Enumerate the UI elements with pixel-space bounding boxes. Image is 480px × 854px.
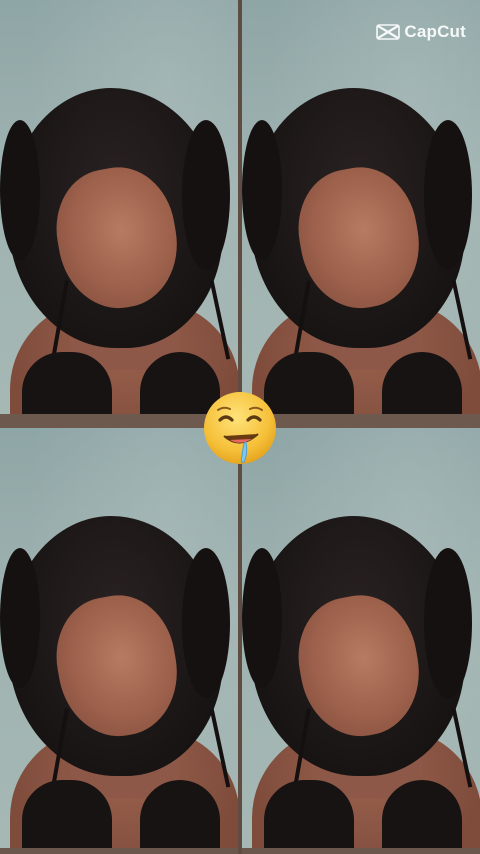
hair-curls-left [242,120,282,260]
black-top [22,352,112,414]
hair-curls-right [182,120,230,270]
watermark-label: CapCut [404,22,466,41]
capcut-watermark: CapCut [376,22,466,42]
photo-tile-3 [0,428,238,848]
hair-curls-left [0,548,40,688]
hair-curls-left [242,548,282,688]
hair-curls-right [424,120,472,270]
black-top [22,780,112,848]
photo-tile-1 [0,0,238,414]
drooling-face-emoji [202,390,278,466]
hair-curls-right [424,548,472,698]
capcut-logo-icon [376,23,401,41]
black-top [264,780,354,848]
photo-tile-4 [242,428,480,848]
photo-tile-2 [242,0,480,414]
hair-curls-left [0,120,40,260]
hair-curls-right [182,548,230,698]
